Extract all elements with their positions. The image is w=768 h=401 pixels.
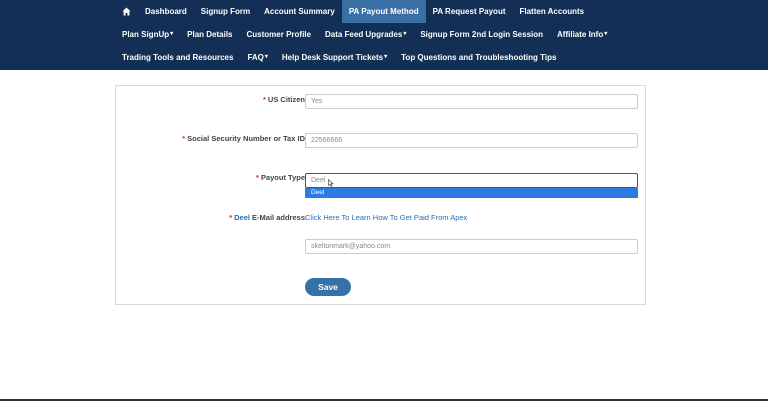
ssn-field[interactable]: 22566666 (305, 133, 638, 148)
nav-plan-details[interactable]: Plan Details (180, 23, 239, 46)
deel-accent-text: Deel (234, 213, 250, 222)
payout-form-panel: * US Citizen Yes * Social Security Number … (115, 85, 646, 305)
caret-down-icon: ▾ (403, 31, 407, 37)
caret-down-icon: ▾ (604, 31, 608, 37)
save-button[interactable]: Save (305, 278, 351, 296)
nav-top-questions[interactable]: Top Questions and Troubleshooting Tips (394, 46, 563, 69)
nav-pa-payout-method[interactable]: PA Payout Method (341, 0, 426, 23)
nav-plan-signup-label: Plan SignUp (122, 30, 170, 39)
nav-faq[interactable]: FAQ ▾ (240, 46, 274, 69)
nav-signup-form-2nd-login[interactable]: Signup Form 2nd Login Session (413, 23, 550, 46)
nav-help-desk-label: Help Desk Support Tickets (281, 53, 384, 62)
nav-affiliate-info-label: Affiliate Info (557, 30, 604, 39)
us-citizen-label-text: US Citizen (267, 95, 305, 104)
required-mark: * (229, 213, 233, 222)
caret-down-icon: ▾ (170, 31, 174, 37)
ssn-label-text: Social Security Number or Tax ID (187, 134, 305, 143)
nav-home[interactable] (0, 0, 138, 23)
top-navigation: Dashboard Signup Form Account Summary PA… (0, 0, 768, 70)
nav-affiliate-info[interactable]: Affiliate Info ▾ (550, 23, 614, 46)
nav-data-feed-upgrades[interactable]: Data Feed Upgrades ▾ (318, 23, 413, 46)
payout-type-label-text: Payout Type (260, 173, 305, 182)
ssn-label: * Social Security Number or Tax ID (115, 134, 305, 143)
nav-row-3: Trading Tools and Resources FAQ ▾ Help De… (0, 46, 768, 69)
nav-account-summary[interactable]: Account Summary (257, 0, 342, 23)
caret-down-icon: ▾ (384, 54, 388, 60)
home-icon (122, 7, 131, 16)
nav-customer-profile[interactable]: Customer Profile (240, 23, 318, 46)
nav-dashboard[interactable]: Dashboard (138, 0, 194, 23)
nav-signup-form[interactable]: Signup Form (194, 0, 257, 23)
us-citizen-field[interactable]: Yes (305, 94, 638, 109)
caret-down-icon: ▾ (264, 54, 268, 60)
nav-flatten-accounts[interactable]: Flatten Accounts (513, 0, 592, 23)
deel-email-label: * Deel E-Mail address (115, 213, 305, 222)
deel-email-field[interactable]: skeltonmark@yahoo.com (305, 239, 638, 254)
learn-deel-link[interactable]: Click Here To Learn How To Get Paid From… (305, 213, 467, 222)
nav-data-feed-upgrades-label: Data Feed Upgrades (324, 30, 403, 39)
payout-type-label: * Payout Type (115, 173, 305, 182)
nav-row-1: Dashboard Signup Form Account Summary PA… (0, 0, 768, 23)
us-citizen-label: * US Citizen (115, 95, 305, 104)
nav-help-desk[interactable]: Help Desk Support Tickets ▾ (275, 46, 394, 69)
payout-type-option-deel[interactable]: Deel (305, 188, 638, 198)
nav-faq-label: FAQ (247, 53, 264, 62)
nav-trading-tools[interactable]: Trading Tools and Resources (0, 46, 240, 69)
nav-row-2: Plan SignUp ▾ Plan Details Customer Profi… (0, 23, 768, 46)
mouse-cursor-icon (328, 179, 334, 187)
deel-email-label-text: E-Mail address (249, 213, 305, 222)
required-mark: * (256, 173, 259, 182)
payout-type-select[interactable]: Deel (305, 173, 638, 188)
nav-plan-signup[interactable]: Plan SignUp ▾ (0, 23, 180, 46)
required-mark: * (182, 134, 186, 143)
nav-pa-request-payout[interactable]: PA Request Payout (426, 0, 513, 23)
required-mark: * (262, 95, 266, 104)
